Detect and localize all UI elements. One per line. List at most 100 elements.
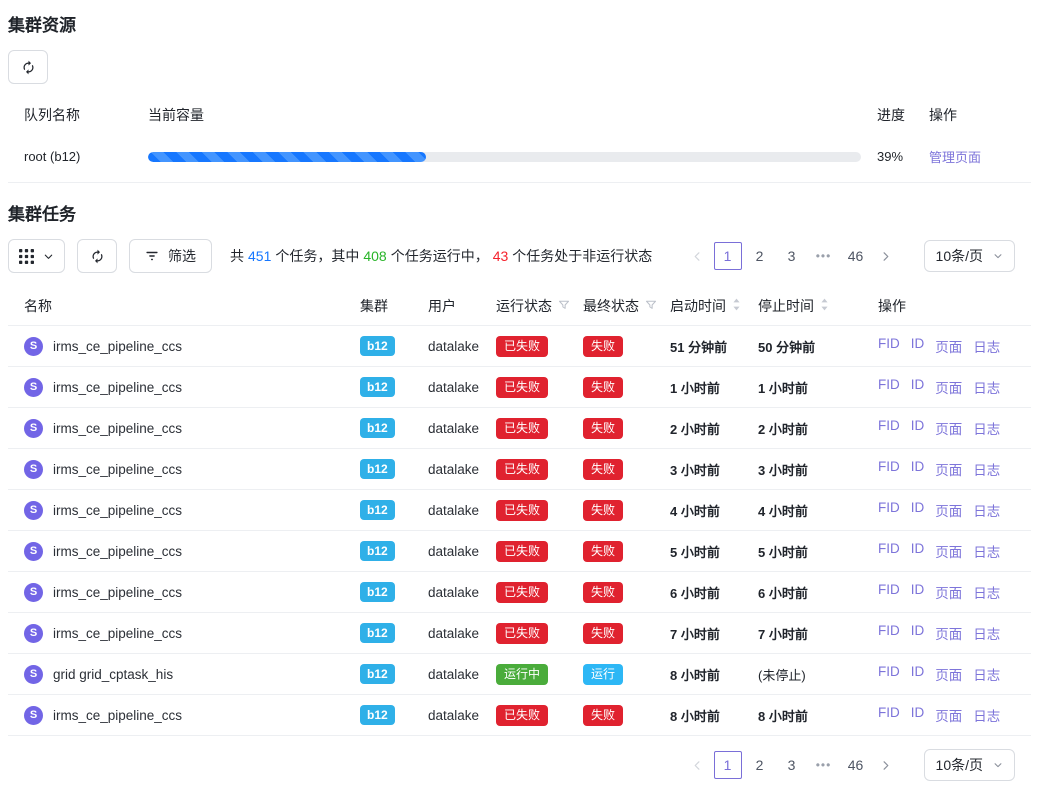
page-number-button[interactable]: 1	[714, 242, 742, 270]
run-status-badge: 运行中	[496, 664, 548, 685]
sorter-icon[interactable]	[732, 297, 741, 315]
task-action-link[interactable]: FID	[878, 500, 900, 520]
layout-dropdown-button[interactable]	[8, 239, 65, 273]
page-size-value: 10条/页	[936, 246, 983, 266]
task-action-link[interactable]: ID	[911, 623, 925, 643]
start-time: 8 小时前	[670, 706, 758, 725]
tasks-refresh-button[interactable]	[77, 239, 117, 273]
final-status-badge: 失败	[583, 377, 623, 398]
prev-page-button[interactable]	[686, 751, 710, 779]
task-action-link[interactable]: FID	[878, 377, 900, 397]
task-action-link[interactable]: 日志	[973, 418, 1000, 438]
task-action-link[interactable]: FID	[878, 418, 900, 438]
summary-mid2: 个任务运行中，	[391, 248, 489, 264]
task-action-link[interactable]: FID	[878, 582, 900, 602]
summary-running-count: 408	[363, 248, 386, 264]
task-action-link[interactable]: 页面	[935, 336, 962, 356]
task-action-link[interactable]: FID	[878, 664, 900, 684]
start-time: 2 小时前	[670, 419, 758, 438]
final-status-badge: 失败	[583, 705, 623, 726]
task-action-link[interactable]: FID	[878, 705, 900, 725]
task-action-link[interactable]: ID	[911, 459, 925, 479]
stop-time: 2 小时前	[758, 419, 878, 438]
task-action-link[interactable]: FID	[878, 459, 900, 479]
page-number-button[interactable]: 2	[746, 242, 774, 270]
task-type-avatar: S	[24, 583, 43, 602]
header-name: 名称	[24, 296, 360, 316]
page-size-select-top[interactable]: 10条/页	[924, 240, 1015, 272]
task-action-link[interactable]: ID	[911, 336, 925, 356]
task-action-link[interactable]: 页面	[935, 500, 962, 520]
task-action-link[interactable]: FID	[878, 541, 900, 561]
task-action-link[interactable]: ID	[911, 664, 925, 684]
page-number-button[interactable]: 46	[842, 242, 870, 270]
filter-button[interactable]: 筛选	[129, 239, 212, 273]
task-action-link[interactable]: 页面	[935, 582, 962, 602]
cluster-badge: b12	[360, 500, 395, 520]
manage-page-link[interactable]: 管理页面	[929, 150, 981, 165]
page-number-button[interactable]: 46	[842, 751, 870, 779]
task-action-link[interactable]: 页面	[935, 623, 962, 643]
task-action-link[interactable]: 日志	[973, 623, 1000, 643]
filter-funnel-icon[interactable]	[645, 298, 657, 314]
task-action-link[interactable]: 日志	[973, 459, 1000, 479]
task-action-link[interactable]: FID	[878, 623, 900, 643]
task-action-link[interactable]: 页面	[935, 664, 962, 684]
summary-nonrunning-count: 43	[493, 248, 509, 264]
task-name: irms_ce_pipeline_ccs	[53, 708, 182, 723]
page-number-button[interactable]: 3	[778, 751, 806, 779]
cluster-badge: b12	[360, 705, 395, 725]
page-size-select-bottom[interactable]: 10条/页	[924, 749, 1015, 781]
task-action-link[interactable]: 页面	[935, 459, 962, 479]
page-number-button[interactable]: 3	[778, 242, 806, 270]
header-cluster: 集群	[360, 296, 428, 316]
header-start-time[interactable]: 启动时间	[670, 296, 758, 316]
stop-time: 8 小时前	[758, 706, 878, 725]
start-time: 5 小时前	[670, 542, 758, 561]
task-user: datalake	[428, 421, 496, 436]
task-action-link[interactable]: 日志	[973, 664, 1000, 684]
task-user: datalake	[428, 339, 496, 354]
sorter-icon[interactable]	[820, 297, 829, 315]
task-action-link[interactable]: 日志	[973, 377, 1000, 397]
page-number-button[interactable]: 1	[714, 751, 742, 779]
task-action-link[interactable]: ID	[911, 418, 925, 438]
task-action-link[interactable]: 日志	[973, 582, 1000, 602]
task-action-link[interactable]: ID	[911, 582, 925, 602]
start-time: 6 小时前	[670, 583, 758, 602]
task-action-link[interactable]: ID	[911, 705, 925, 725]
task-action-link[interactable]: 日志	[973, 336, 1000, 356]
page-number-button[interactable]: 2	[746, 751, 774, 779]
header-stop-time[interactable]: 停止时间	[758, 296, 878, 316]
task-actions: FID ID 页面日志	[878, 377, 1015, 397]
task-action-link[interactable]: FID	[878, 336, 900, 356]
task-actions: FID ID 页面日志	[878, 418, 1015, 438]
tasks-toolbar: 筛选 共451个任务，其中408个任务运行中，43个任务处于非运行状态 123•…	[8, 238, 1031, 274]
cluster-resources-section: 集群资源 队列名称 当前容量 进度 操作 root (b12)	[8, 0, 1031, 183]
header-run-status: 运行状态	[496, 296, 583, 316]
prev-page-button[interactable]	[686, 242, 710, 270]
task-action-link[interactable]: 日志	[973, 705, 1000, 725]
resources-table: 队列名称 当前容量 进度 操作 root (b12) 39% 管理页面	[8, 99, 1031, 183]
task-action-link[interactable]: 日志	[973, 541, 1000, 561]
start-time: 7 小时前	[670, 624, 758, 643]
run-status-badge: 已失败	[496, 623, 548, 644]
task-action-link[interactable]: ID	[911, 541, 925, 561]
next-page-button[interactable]	[874, 242, 898, 270]
task-action-link[interactable]: 日志	[973, 500, 1000, 520]
next-page-button[interactable]	[874, 751, 898, 779]
task-action-link[interactable]: 页面	[935, 418, 962, 438]
task-action-link[interactable]: 页面	[935, 705, 962, 725]
task-name: irms_ce_pipeline_ccs	[53, 626, 182, 641]
task-action-link[interactable]: 页面	[935, 541, 962, 561]
resources-refresh-button[interactable]	[8, 50, 48, 84]
task-action-link[interactable]: ID	[911, 500, 925, 520]
task-actions: FID ID 页面日志	[878, 582, 1015, 602]
refresh-icon	[21, 60, 36, 75]
task-row: S irms_ce_pipeline_ccs b12 datalake 已失败 …	[8, 613, 1031, 654]
task-action-link[interactable]: ID	[911, 377, 925, 397]
filter-funnel-icon[interactable]	[558, 298, 570, 314]
task-user: datalake	[428, 380, 496, 395]
task-action-link[interactable]: 页面	[935, 377, 962, 397]
cluster-badge: b12	[360, 582, 395, 602]
